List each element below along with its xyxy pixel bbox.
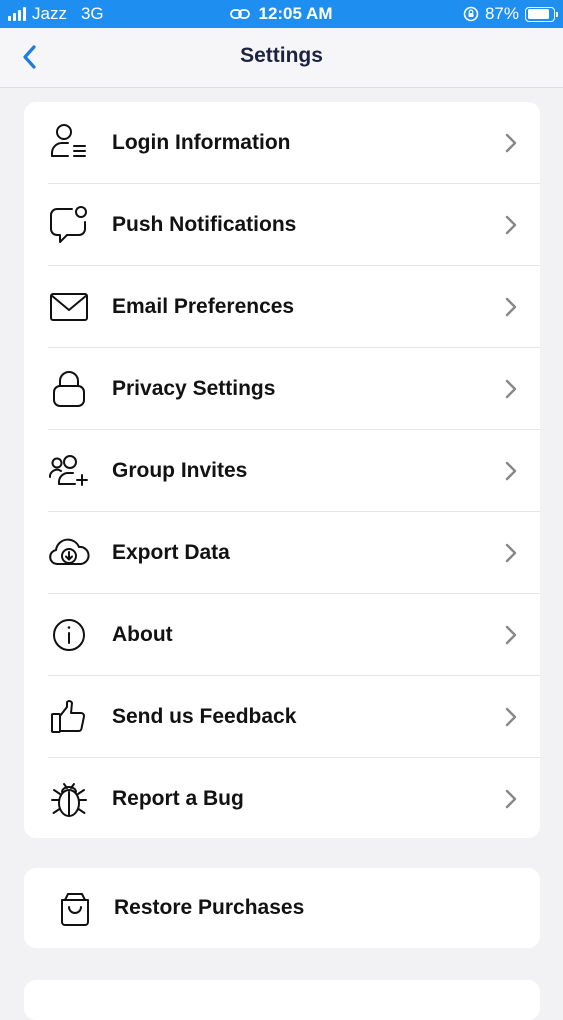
battery-info: 87% xyxy=(463,4,558,24)
battery-icon xyxy=(525,6,558,22)
orientation-lock-icon xyxy=(463,6,479,22)
user-list-icon xyxy=(51,124,86,157)
menu-item-label: Privacy Settings xyxy=(112,377,276,400)
lock-icon xyxy=(53,371,85,407)
navigation-bar: Settings xyxy=(0,28,563,88)
chevron-right-icon xyxy=(505,707,517,727)
chevron-right-icon xyxy=(505,543,517,563)
info-icon xyxy=(53,619,85,651)
cloud-download-icon xyxy=(49,538,90,565)
menu-item-label: Report a Bug xyxy=(112,787,244,810)
menu-item-label: Send us Feedback xyxy=(112,705,297,728)
menu-item-push-notifications[interactable]: Push Notifications xyxy=(24,184,540,266)
menu-item-group-invites[interactable]: Group Invites xyxy=(24,430,540,512)
chevron-right-icon xyxy=(505,133,517,153)
envelope-icon xyxy=(50,293,88,321)
menu-item-privacy-settings[interactable]: Privacy Settings xyxy=(24,348,540,430)
thumbs-up-icon xyxy=(51,700,85,733)
status-time: 12:05 AM xyxy=(258,4,333,23)
user-group-add-icon xyxy=(49,455,88,486)
status-bar: Jazz 3G 12:05 AM 87% xyxy=(0,0,563,28)
menu-item-report-bug[interactable]: Report a Bug xyxy=(24,758,540,838)
bug-icon xyxy=(51,783,87,817)
menu-item-label: Export Data xyxy=(112,541,230,564)
chevron-right-icon xyxy=(505,379,517,399)
menu-item-label: About xyxy=(112,623,173,646)
chevron-right-icon xyxy=(505,625,517,645)
chevron-right-icon xyxy=(505,297,517,317)
restore-card: Restore Purchases xyxy=(24,868,540,948)
menu-item-email-preferences[interactable]: Email Preferences xyxy=(24,266,540,348)
menu-item-label: Login Information xyxy=(112,131,291,154)
chevron-right-icon xyxy=(505,215,517,235)
additional-settings-card xyxy=(24,980,540,1020)
menu-item-about[interactable]: About xyxy=(24,594,540,676)
menu-item-login-information[interactable]: Login Information xyxy=(24,102,540,184)
menu-item-label: Email Preferences xyxy=(112,295,295,318)
page-title: Settings xyxy=(240,44,323,67)
menu-item-export-data[interactable]: Export Data xyxy=(24,512,540,594)
battery-fill xyxy=(527,9,550,19)
menu-item-send-feedback[interactable]: Send us Feedback xyxy=(24,676,540,758)
chevron-right-icon xyxy=(505,789,517,809)
settings-menu: Login Information Push Notifications Ema… xyxy=(24,102,540,838)
battery-percent: 87% xyxy=(484,4,519,23)
chevron-right-icon xyxy=(505,461,517,481)
menu-item-label: Group Invites xyxy=(112,459,248,482)
chat-bubble-dot-icon xyxy=(50,206,87,243)
restore-purchases-label: Restore Purchases xyxy=(114,896,305,919)
menu-item-label: Push Notifications xyxy=(112,213,297,236)
shopping-bag-icon xyxy=(61,893,89,926)
link-icon xyxy=(230,9,251,19)
restore-purchases-button[interactable]: Restore Purchases xyxy=(24,868,540,948)
